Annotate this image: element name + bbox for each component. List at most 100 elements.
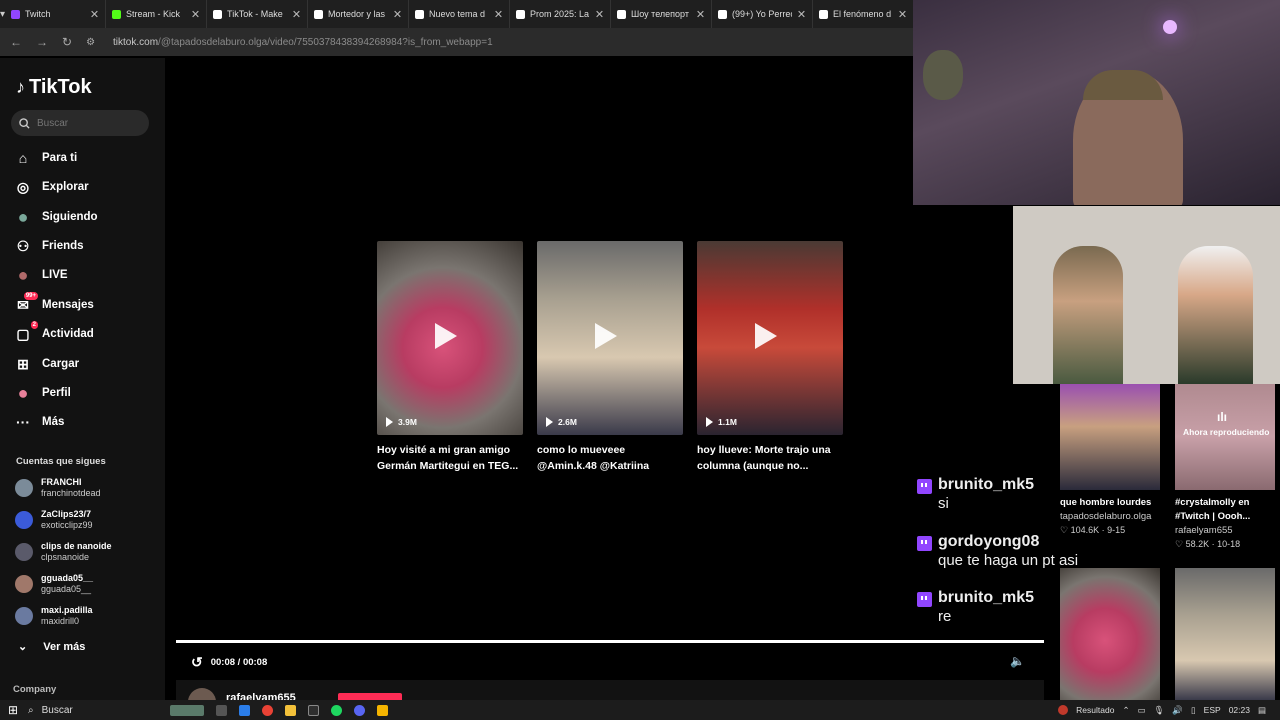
- close-icon[interactable]: ✕: [494, 8, 503, 21]
- tab-label: (99+) Yo Perrec: [732, 9, 792, 19]
- tab-label: Twitch: [25, 9, 51, 19]
- browser-tab[interactable]: (99+) Yo Perrec ✕: [712, 0, 814, 28]
- taskbar-search[interactable]: ⌕ Buscar: [28, 702, 158, 718]
- video-caption[interactable]: hoy llueve: Morte trajo una columna (aunq…: [697, 442, 847, 474]
- clock[interactable]: 02:23: [1229, 705, 1250, 715]
- avatar: [15, 575, 33, 593]
- close-icon[interactable]: ✕: [90, 8, 99, 21]
- browser-tab[interactable]: Stream - Kick ✕: [106, 0, 208, 28]
- browser-tab[interactable]: El fenómeno d ✕: [813, 0, 915, 28]
- video-caption[interactable]: como lo mueveee @Amin.k.48 @Katriina: [537, 442, 687, 474]
- nav-item[interactable]: ⚇ Friends: [14, 235, 84, 257]
- nav-item[interactable]: ⊞ Cargar: [14, 353, 79, 375]
- spotify-icon[interactable]: [331, 704, 342, 716]
- chrome-icon[interactable]: [262, 704, 273, 716]
- close-icon[interactable]: ✕: [696, 8, 705, 21]
- browser-tab[interactable]: Nuevo tema d ✕: [409, 0, 511, 28]
- download-icon[interactable]: [377, 704, 388, 716]
- discord-icon[interactable]: [354, 704, 365, 716]
- close-icon[interactable]: ✕: [393, 8, 402, 21]
- site-settings-icon[interactable]: ⚙: [86, 37, 95, 48]
- account-name: clips de nanoide: [41, 541, 112, 551]
- video-thumbnail[interactable]: 1.1M: [697, 241, 843, 435]
- uploader-name[interactable]: rafaelyam655: [226, 692, 296, 700]
- replay-icon[interactable]: ↺: [191, 654, 203, 671]
- store-icon[interactable]: [308, 704, 319, 716]
- related-video-2[interactable]: ılı Ahora reproduciendo #crystalmolly en…: [1175, 384, 1275, 551]
- mic-icon[interactable]: 🎙: [1154, 705, 1165, 716]
- nav-label: Más: [42, 416, 65, 428]
- heart-icon: ♡: [1060, 525, 1071, 535]
- close-icon[interactable]: ✕: [292, 8, 301, 21]
- related-video-3-thumbnail[interactable]: [1060, 568, 1160, 700]
- chevron-up-icon[interactable]: ⌃: [1122, 705, 1129, 716]
- nav-item[interactable]: ✉ 99+ Mensajes: [14, 292, 94, 316]
- browser-tab[interactable]: Prom 2025: La ✕: [510, 0, 612, 28]
- company-link[interactable]: Company: [13, 684, 56, 695]
- copilot-icon[interactable]: [239, 704, 250, 716]
- volume-icon[interactable]: 🔈: [1010, 654, 1025, 668]
- volume-tray-icon[interactable]: 🔊: [1172, 705, 1183, 716]
- video-thumbnail[interactable]: ılı Ahora reproduciendo: [1175, 384, 1275, 490]
- app-tray-icon[interactable]: [1058, 705, 1069, 715]
- nav-item[interactable]: ▢ 2 Actividad: [14, 321, 94, 345]
- file-explorer-icon[interactable]: [285, 704, 296, 716]
- search-box[interactable]: [11, 110, 149, 136]
- video-caption[interactable]: Hoy visité a mi gran amigo Germán Martite…: [377, 442, 527, 474]
- see-more-button[interactable]: ⌄ Ver más: [18, 640, 85, 654]
- followed-account[interactable]: ZaClips23/7 exoticclipz99: [15, 506, 93, 534]
- caption-line: @Amin.k.48 @Katriina: [537, 460, 650, 472]
- follow-button[interactable]: [338, 693, 402, 700]
- followed-account[interactable]: gguada05__ gguada05__: [15, 570, 93, 598]
- close-icon[interactable]: ✕: [898, 8, 907, 21]
- followed-account[interactable]: FRANCHI franchinotdead: [15, 474, 101, 502]
- related-video-4-thumbnail[interactable]: [1175, 568, 1275, 700]
- followed-account[interactable]: maxi.padilla maxidrill0: [15, 602, 93, 630]
- related-video-1[interactable]: que hombre lourdes tapadosdelaburo.olga …: [1060, 384, 1160, 537]
- forward-icon[interactable]: →: [36, 35, 48, 49]
- battery-icon[interactable]: ▯: [1191, 705, 1196, 716]
- account-username: franchinotdead: [41, 488, 101, 498]
- video-thumbnail[interactable]: 2.6M: [537, 241, 683, 435]
- nav-item[interactable]: ● Siguiendo: [14, 206, 98, 228]
- widgets-icon[interactable]: [170, 704, 204, 716]
- browser-tab[interactable]: TikTok - Make ✕: [207, 0, 309, 28]
- video-thumbnail[interactable]: 3.9M: [377, 241, 523, 435]
- nav-item[interactable]: ● Perfil: [14, 382, 71, 404]
- avatar: [15, 479, 33, 497]
- search-input[interactable]: [37, 117, 137, 129]
- close-icon[interactable]: ✕: [191, 8, 200, 21]
- close-icon[interactable]: ✕: [797, 8, 806, 21]
- nav-item[interactable]: ● LIVE: [14, 264, 68, 286]
- nav-item[interactable]: ⌂ Para ti: [14, 147, 77, 169]
- related-stats: ♡ 58.2K · 10-18: [1175, 538, 1275, 551]
- nav-item[interactable]: ◎ Explorar: [14, 176, 89, 198]
- task-view-icon[interactable]: [216, 704, 227, 716]
- chat-message: gordoyong08 que te haga un pt asi: [917, 533, 1078, 570]
- avatar[interactable]: [188, 688, 216, 700]
- nav-label: Mensajes: [42, 299, 94, 311]
- video-end-screen: 3.9M Hoy visité a mi gran amigo Germán Ma…: [165, 58, 1044, 700]
- browser-tab[interactable]: Шоу телепорт ✕: [611, 0, 713, 28]
- windows-start-icon[interactable]: ⊞: [8, 703, 18, 717]
- language-indicator[interactable]: ESP: [1204, 705, 1221, 715]
- url-field[interactable]: tiktok.com/@tapadosdelaburo.olga/video/7…: [113, 37, 493, 48]
- suggested-video-1[interactable]: 3.9M Hoy visité a mi gran amigo Germán Ma…: [377, 241, 523, 474]
- related-stats-text: 104.6K · 9-15: [1070, 525, 1126, 535]
- reload-icon[interactable]: ↻: [62, 35, 72, 49]
- browser-tab[interactable]: Mortedor y las ✕: [308, 0, 410, 28]
- notifications-icon[interactable]: ▤: [1258, 705, 1266, 716]
- video-thumbnail[interactable]: [1060, 384, 1160, 490]
- tiktok-logo[interactable]: ♪ TikTok: [16, 76, 92, 99]
- related-title-line: #crystalmolly en: [1175, 497, 1250, 508]
- back-icon[interactable]: ←: [10, 35, 22, 49]
- video-progress-bar[interactable]: [176, 640, 1044, 643]
- nav-item[interactable]: ··· Más: [14, 411, 64, 433]
- browser-tab[interactable]: Twitch ✕: [5, 0, 107, 28]
- nav-label: Cargar: [42, 358, 80, 370]
- network-icon[interactable]: ▭: [1138, 705, 1146, 716]
- suggested-video-2[interactable]: 2.6M como lo mueveee @Amin.k.48 @Katriina: [537, 241, 683, 474]
- suggested-video-3[interactable]: 1.1M hoy llueve: Morte trajo una columna …: [697, 241, 843, 474]
- followed-account[interactable]: clips de nanoide clpsnanoide: [15, 538, 112, 566]
- close-icon[interactable]: ✕: [595, 8, 604, 21]
